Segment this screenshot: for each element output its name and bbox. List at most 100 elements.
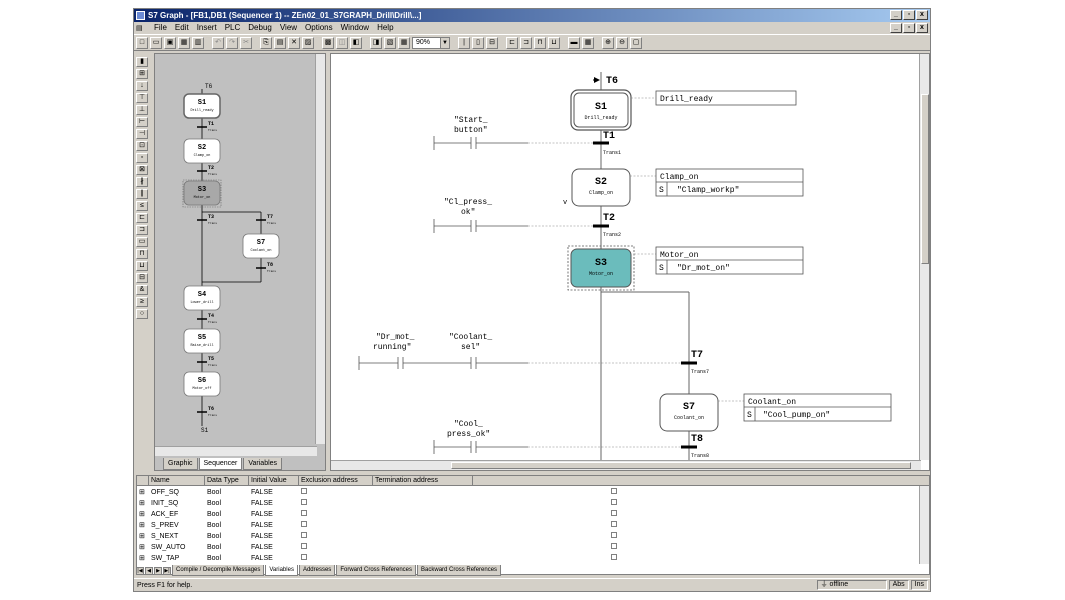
contact-start-button[interactable]: "Start_ button" [433,116,593,150]
cell-name[interactable]: S_PREV [149,520,205,531]
cell-name[interactable]: SW_TAP [149,553,205,564]
or-box-icon[interactable]: ≥ [136,297,148,307]
cursor-icon[interactable]: | [458,36,470,49]
condition-icon[interactable]: ⊓ [534,36,546,49]
step-s7[interactable]: S7 Coolant_on [659,393,719,432]
tab-addresses[interactable]: Addresses [298,565,336,576]
overview-vertical-scrollbar[interactable] [315,54,325,444]
exclusion-checkbox[interactable] [301,532,307,538]
table-row[interactable]: ⊞ SW_AUTO Bool FALSE [137,542,917,553]
transition-t2[interactable]: T2 Trans2 [593,213,621,238]
menu-insert[interactable]: Insert [193,22,221,34]
ov-transition-t3[interactable]: T3 Trans [197,214,217,225]
graph-hscroll-thumb[interactable] [451,462,911,469]
new-chain-icon[interactable]: ▫ [136,153,148,163]
ov-step-s5[interactable]: S5 Raise_drill [183,328,221,354]
sequence-icon[interactable]: ▦ [398,36,410,49]
branch-close-icon[interactable]: ⊥ [136,105,148,115]
tab-prev-icon[interactable]: ◀ [145,566,153,575]
and-box-icon[interactable]: & [136,285,148,295]
ov-transition-t2[interactable]: T2 Trans [197,165,217,176]
table-row[interactable]: ⊞ INIT_SQ Bool FALSE [137,498,917,509]
menu-help[interactable]: Help [373,22,397,34]
supervision-icon[interactable]: ⊔ [136,261,148,271]
save-icon[interactable]: ▣ [164,36,176,49]
zoom-in-icon[interactable]: ⊕ [602,36,614,49]
cell-name[interactable]: S_NEXT [149,531,205,542]
termination-checkbox[interactable] [611,488,617,494]
menu-debug[interactable]: Debug [244,22,276,34]
cell-init[interactable]: FALSE [249,487,299,498]
ov-transition-t4[interactable]: T4 Trans [197,313,217,324]
print-icon[interactable]: ▦ [178,36,190,49]
alt-branch-icon[interactable]: ⊢ [136,117,148,127]
tab-backward-xref[interactable]: Backward Cross References [417,565,502,576]
ov-step-s3[interactable]: S3 Motor_on [182,179,222,208]
step-s3[interactable]: S3 Motor_on [567,245,635,291]
zoom-select[interactable]: 90% ▼ [412,36,450,49]
menu-file[interactable]: File [150,22,171,34]
online-icon[interactable]: ▩ [322,36,334,49]
exclusion-checkbox[interactable] [301,488,307,494]
col-exclusion-address[interactable]: Exclusion address [299,476,373,485]
download-icon[interactable]: ▥ [192,36,204,49]
transition-t1[interactable]: T1 Trans1 [593,131,621,156]
cell-type[interactable]: Bool [205,542,249,553]
ov-transition-t5[interactable]: T5 Trans [197,356,217,367]
col-initial-value[interactable]: Initial Value [249,476,299,485]
action-block-s3[interactable]: Motor_on S "Dr_mot_on" [655,246,804,275]
menu-plc[interactable]: PLC [221,22,245,34]
transition-t7[interactable]: T7 Trans7 [681,350,709,375]
cell-type[interactable]: Bool [205,487,249,498]
transition-t8[interactable]: T8 Trans8 [681,434,709,459]
cell-type[interactable]: Bool [205,498,249,509]
tab-sequencer[interactable]: Sequencer [198,458,243,470]
paste-icon[interactable]: ▤ [274,36,286,49]
lad-tool-icon[interactable]: ⊟ [136,273,148,283]
table-row[interactable]: ⊞ OFF_SQ Bool FALSE [137,487,917,498]
negate-icon[interactable]: ○ [136,309,148,319]
tab-variables-detail[interactable]: Variables [265,565,298,576]
no-contact-icon[interactable]: ∥ [136,189,148,199]
action-block-s1[interactable]: Drill_ready [655,90,797,106]
cell-name[interactable]: INIT_SQ [149,498,205,509]
monitor-icon[interactable]: ▨ [302,36,314,49]
tab-forward-xref[interactable]: Forward Cross References [336,565,417,576]
overview-horizontal-scrollbar[interactable] [155,446,317,456]
select-tool-icon[interactable]: ▮ [136,57,148,67]
tab-variables[interactable]: Variables [243,458,283,470]
step-view-icon[interactable]: ▯ [472,36,484,49]
step-s2[interactable]: S2 Clamp_on [571,168,631,207]
table-row[interactable]: ⊞ S_PREV Bool FALSE [137,520,917,531]
cell-init[interactable]: FALSE [249,509,299,520]
termination-checkbox[interactable] [611,521,617,527]
col-termination-address[interactable]: Termination address [373,476,473,485]
cell-type[interactable]: Bool [205,531,249,542]
ov-step-s4[interactable]: S4 Lower_drill [183,285,221,311]
graph-vscroll-thumb[interactable] [921,94,929,264]
table-row[interactable]: ⊞ SW_TAP Bool FALSE [137,553,917,564]
cell-type[interactable]: Bool [205,509,249,520]
contact-cl-press-ok[interactable]: "Cl_press_ ok" [433,198,593,233]
step-transition-icon[interactable]: ⊞ [136,69,148,79]
cell-init[interactable]: FALSE [249,553,299,564]
ov-step-s1[interactable]: S1 Drill_ready [183,93,221,119]
doc-restore-button[interactable]: ▫ [903,23,915,33]
cell-init[interactable]: FALSE [249,531,299,542]
exclusion-checkbox[interactable] [301,521,307,527]
menu-edit[interactable]: Edit [171,22,193,34]
zoom-out-icon[interactable]: ⊖ [616,36,628,49]
overview-icon[interactable]: ◧ [350,36,362,49]
close-branch-icon[interactable]: ⊐ [136,225,148,235]
termination-checkbox[interactable] [611,532,617,538]
ov-transition-t8[interactable]: T8 Trans [256,262,276,273]
col-name[interactable]: Name [149,476,205,485]
table-row[interactable]: ⊞ ACK_EF Bool FALSE [137,509,917,520]
compile-icon[interactable]: ▧ [384,36,396,49]
cell-name[interactable]: ACK_EF [149,509,205,520]
col-data-type[interactable]: Data Type [205,476,249,485]
termination-checkbox[interactable] [611,499,617,505]
comment-icon[interactable]: ⊔ [548,36,560,49]
tab-first-icon[interactable]: |◀ [136,566,144,575]
action-icon[interactable]: ▭ [136,237,148,247]
